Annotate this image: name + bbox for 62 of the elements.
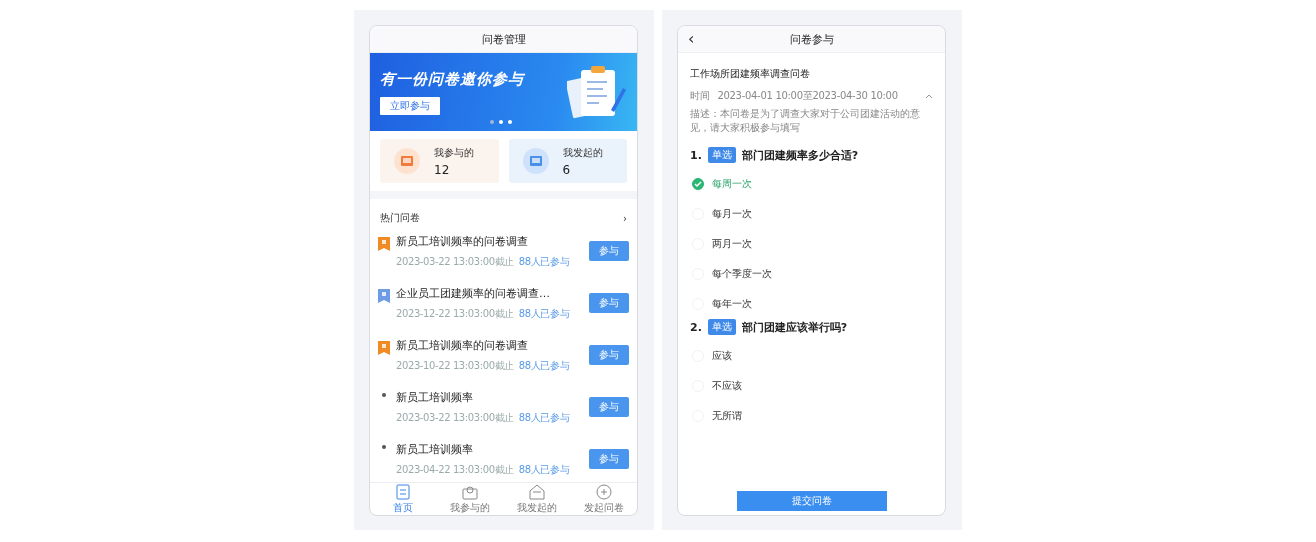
stat-card[interactable]: 我发起的 6 (508, 139, 627, 183)
question-type-tag: 单选 (707, 319, 736, 335)
deadline-text: 2023-03-22 13:03:00截止 (396, 410, 514, 425)
carousel-dot[interactable] (490, 120, 494, 124)
nav-tab[interactable]: 我发起的 (503, 483, 571, 515)
answer-option[interactable]: 每个季度一次 (690, 259, 933, 289)
section-title: 热门问卷 (380, 211, 420, 225)
stat-value: 12 (434, 162, 451, 177)
tray-icon (394, 148, 420, 174)
survey-title[interactable]: 企业员工团建频率的问卷调查… (396, 285, 589, 301)
participant-count: 88人已参与 (518, 306, 570, 321)
plus-circle-icon (595, 483, 612, 500)
nav-tab[interactable]: 发起问卷 (570, 483, 637, 515)
time-label: 时间 (690, 89, 710, 103)
monitor-icon (522, 148, 549, 174)
participant-count: 88人已参与 (518, 358, 570, 373)
time-range: 2023-04-01 10:00至2023-04-30 10:00 (717, 89, 898, 103)
chevron-up-icon (925, 93, 933, 99)
stat-label: 我发起的 (562, 145, 603, 160)
participant-count: 88人已参与 (518, 254, 570, 269)
deadline-text: 2023-04-22 13:03:00截止 (396, 462, 514, 477)
stat-card[interactable]: 我参与的 12 (380, 139, 499, 183)
clipboard-drawing (567, 64, 627, 120)
participant-count: 88人已参与 (518, 410, 570, 425)
stat-label: 我参与的 (434, 145, 474, 160)
radio-button[interactable] (692, 178, 704, 190)
deadline-text: 2023-12-22 13:03:00截止 (396, 306, 514, 321)
survey-description: 描述：本问卷是为了调查大家对于公司团建活动的意见，请大家积极参与填写 (690, 107, 921, 135)
survey-title[interactable]: 新员工培训频率的问卷调查 (396, 233, 589, 249)
screen-title: 问卷管理 (481, 31, 526, 47)
answer-option[interactable]: 无所谓 (690, 401, 933, 431)
carousel-dot[interactable] (508, 120, 512, 124)
answer-option[interactable]: 每月一次 (690, 199, 933, 229)
survey-title[interactable]: 新员工培训频率的问卷调查 (396, 337, 589, 353)
bullet-icon (382, 393, 386, 397)
survey-title: 工作场所团建频率调查问卷 (690, 67, 811, 81)
deadline-text: 2023-03-22 13:03:00截止 (396, 254, 514, 269)
bullet-icon (382, 445, 386, 449)
answer-option[interactable]: 不应该 (690, 371, 933, 401)
more-link[interactable]: › (623, 212, 627, 224)
question-number: 2. (690, 320, 702, 334)
question-text: 部门团建频率多少合适? (741, 147, 859, 163)
survey-title[interactable]: 新员工培训频率 (396, 389, 589, 405)
answer-option[interactable]: 应该 (690, 341, 933, 371)
screen-title: 问卷参与 (789, 31, 834, 47)
stat-value: 6 (562, 162, 572, 177)
deadline-text: 2023-10-22 13:03:00截止 (396, 358, 514, 373)
list-icon (395, 483, 412, 500)
survey-title[interactable]: 新员工培训频率 (396, 441, 589, 457)
question-type-tag: 单选 (707, 147, 736, 163)
answer-option[interactable]: 两月一次 (690, 229, 933, 259)
question-number: 1. (690, 148, 702, 162)
answer-option[interactable]: 每年一次 (690, 289, 933, 319)
question-text: 部门团建应该举行吗? (741, 319, 848, 335)
carousel-dot[interactable] (499, 120, 503, 124)
join-now-button[interactable]: 立即参与 (380, 96, 440, 115)
participant-count: 88人已参与 (518, 462, 570, 477)
banner-headline: 有一份问卷邀你参与 (380, 69, 526, 89)
nav-tab[interactable]: 我参与的 (436, 483, 504, 515)
banner[interactable]: 有一份问卷邀你参与 立即参与 (370, 53, 637, 131)
back-button[interactable]: ‹ (688, 29, 695, 48)
nav-tab[interactable]: 首页 (370, 483, 437, 515)
